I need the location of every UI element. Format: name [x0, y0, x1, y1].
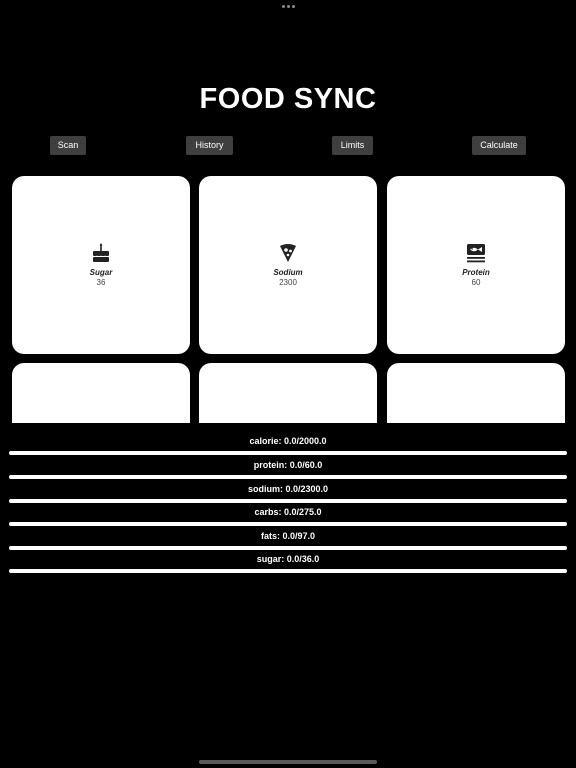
progress-label: fats: 0.0/97.0: [260, 531, 316, 541]
calculate-button[interactable]: Calculate: [472, 136, 526, 155]
progress-sodium: sodium: 0.0/2300.0: [0, 483, 576, 503]
progress-protein: protein: 0.0/60.0: [0, 459, 576, 479]
progress-carbs: carbs: 0.0/275.0: [0, 506, 576, 526]
progress-track: [9, 475, 567, 479]
nutrient-value: 2300: [279, 278, 297, 287]
scan-button[interactable]: Scan: [50, 136, 86, 155]
nutrient-label: Protein: [462, 268, 490, 277]
dot: [292, 5, 295, 8]
progress-track: [9, 569, 567, 573]
nutrient-card[interactable]: [387, 363, 565, 423]
progress-label: calorie: 0.0/2000.0: [249, 436, 327, 446]
nutrient-value: 36: [96, 278, 106, 287]
nutrient-grid[interactable]: Sugar 36 Sodium 2300 Protein 60: [0, 176, 576, 423]
dot: [282, 5, 285, 8]
nutrient-value: 60: [471, 278, 481, 287]
fish-icon: [387, 242, 565, 264]
nutrient-card-sodium[interactable]: Sodium 2300: [199, 176, 377, 354]
home-indicator[interactable]: [199, 760, 377, 764]
progress-track: [9, 451, 567, 455]
nutrient-label: Sugar: [89, 268, 113, 277]
nutrient-card[interactable]: [12, 363, 190, 423]
progress-sugar: sugar: 0.0/36.0: [0, 553, 576, 573]
nutrient-card[interactable]: [199, 363, 377, 423]
progress-track: [9, 499, 567, 503]
history-button[interactable]: History: [186, 136, 233, 155]
progress-fats: fats: 0.0/97.0: [0, 530, 576, 550]
dot: [287, 5, 290, 8]
progress-track: [9, 546, 567, 550]
nutrient-card-protein[interactable]: Protein 60: [387, 176, 565, 354]
progress-label: protein: 0.0/60.0: [253, 460, 323, 470]
nutrient-card-sugar[interactable]: Sugar 36: [12, 176, 190, 354]
page-title: FOOD SYNC: [199, 83, 377, 115]
progress-label: sodium: 0.0/2300.0: [247, 484, 329, 494]
progress-track: [9, 522, 567, 526]
progress-label: sugar: 0.0/36.0: [256, 554, 320, 564]
limits-button[interactable]: Limits: [332, 136, 373, 155]
progress-calorie: calorie: 0.0/2000.0: [0, 435, 576, 455]
progress-label: carbs: 0.0/275.0: [254, 507, 322, 517]
nutrient-label: Sodium: [273, 268, 303, 277]
cake-icon: [12, 242, 190, 264]
multitasking-dots-icon[interactable]: [282, 5, 295, 9]
pizza-slice-icon: [199, 242, 377, 264]
